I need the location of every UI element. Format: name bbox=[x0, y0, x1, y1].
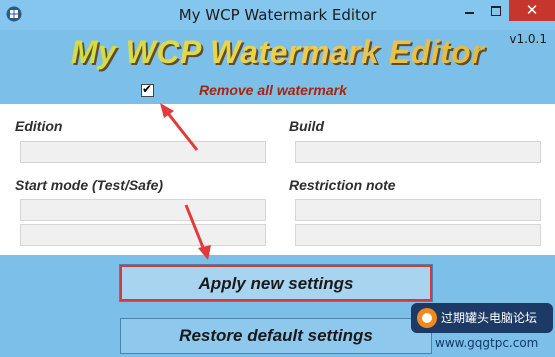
app-window: My WCP Watermark Editor ✕ My WCP Waterma… bbox=[0, 0, 555, 357]
title-bar: My WCP Watermark Editor ✕ bbox=[0, 0, 555, 30]
remove-all-label[interactable]: Remove all watermark bbox=[199, 82, 347, 98]
restriction-note-field-line1[interactable] bbox=[295, 199, 541, 221]
apply-settings-button[interactable]: Apply new settings bbox=[119, 264, 433, 302]
close-icon: ✕ bbox=[525, 1, 539, 19]
banner-title: My WCP Watermark Editor bbox=[0, 30, 555, 74]
version-label: v1.0.1 bbox=[509, 32, 547, 46]
restore-defaults-button[interactable]: Restore default settings bbox=[120, 318, 432, 354]
restriction-note-label: Restriction note bbox=[289, 177, 396, 193]
maximize-button[interactable] bbox=[483, 0, 509, 21]
remove-all-checkbox[interactable]: ✔ bbox=[141, 82, 154, 97]
watermark-url: www.gqgtpc.com bbox=[435, 336, 539, 350]
start-mode-field-line1[interactable] bbox=[20, 199, 266, 221]
start-mode-field-line2[interactable] bbox=[20, 224, 266, 246]
checkmark-icon: ✔ bbox=[142, 82, 153, 96]
build-field[interactable] bbox=[295, 141, 541, 163]
close-button[interactable]: ✕ bbox=[509, 0, 555, 21]
watermark-dot bbox=[422, 313, 432, 323]
restriction-note-field-line2[interactable] bbox=[295, 224, 541, 246]
site-watermark-logo: 过期罐头电脑论坛 www.gqgtpc.com bbox=[411, 303, 553, 357]
edition-label: Edition bbox=[15, 118, 63, 134]
edition-field[interactable] bbox=[20, 141, 266, 163]
minimize-button[interactable] bbox=[456, 0, 483, 21]
settings-panel: Edition Build Start mode (Test/Safe) Res… bbox=[0, 104, 555, 255]
start-mode-label: Start mode (Test/Safe) bbox=[15, 177, 164, 193]
build-label: Build bbox=[289, 118, 324, 134]
watermark-title: 过期罐头电脑论坛 bbox=[441, 311, 538, 325]
remove-all-row: ✔ Remove all watermark bbox=[0, 78, 555, 104]
watermark-badge: 过期罐头电脑论坛 bbox=[411, 303, 553, 333]
